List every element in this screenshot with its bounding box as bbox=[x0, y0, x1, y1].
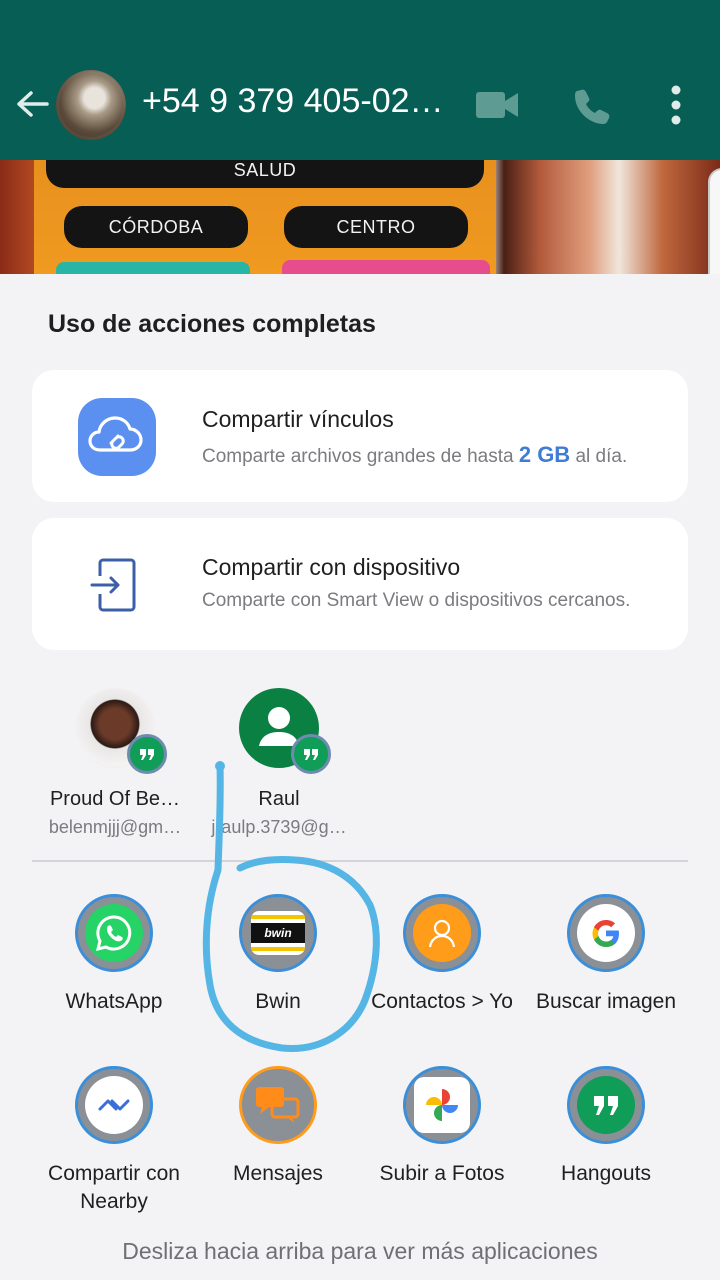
arrow-left-icon[interactable] bbox=[14, 86, 50, 122]
nearby-icon bbox=[75, 1066, 153, 1144]
app-label: Compartir con Nearby bbox=[48, 1162, 180, 1213]
avatar bbox=[75, 688, 167, 774]
app-google-photos[interactable]: Subir a Fotos bbox=[360, 1066, 524, 1188]
contact-shortcut[interactable]: Raul jraulp.3739@g… bbox=[204, 688, 354, 838]
app-label: Contactos > Yo bbox=[371, 990, 513, 1013]
contact-email: jraulp.3739@g… bbox=[211, 817, 347, 837]
more-vertical-icon[interactable] bbox=[664, 84, 688, 126]
contact-email: belenmjjj@gm… bbox=[48, 817, 182, 837]
app-google-search[interactable]: Buscar imagen bbox=[524, 894, 688, 1016]
hangouts-icon bbox=[567, 1066, 645, 1144]
bwin-icon: bwin bbox=[239, 894, 317, 972]
share-links-title: Compartir vínculos bbox=[202, 406, 394, 432]
swipe-hint: Desliza hacia arriba para ver más aplica… bbox=[122, 1238, 598, 1264]
app-nearby[interactable]: Compartir con Nearby bbox=[32, 1066, 196, 1216]
chat-header: +54 9 379 405-02… bbox=[0, 0, 720, 160]
flyer-image: SALUD CÓRDOBA CENTRO bbox=[34, 160, 496, 274]
contact-avatar[interactable] bbox=[56, 70, 126, 140]
share-device-card[interactable]: Compartir con dispositivo Comparte con S… bbox=[32, 518, 688, 650]
flyer-button-centro: CENTRO bbox=[284, 206, 468, 248]
flyer-pink-block bbox=[282, 260, 490, 274]
video-camera-icon[interactable] bbox=[474, 88, 520, 122]
share-device-subtitle: Comparte con Smart View o dispositivos c… bbox=[202, 590, 631, 611]
app-label: Mensajes bbox=[233, 1162, 323, 1185]
share-device-title: Compartir con dispositivo bbox=[202, 554, 461, 580]
google-photos-icon bbox=[403, 1066, 481, 1144]
whatsapp-icon bbox=[75, 894, 153, 972]
flyer-button-salud: SALUD bbox=[46, 160, 484, 188]
contact-name: Proud Of Be… bbox=[49, 788, 181, 810]
chat-title[interactable]: +54 9 379 405-02… bbox=[142, 82, 452, 121]
contact-name: Raul bbox=[258, 788, 300, 810]
share-links-subtitle: Comparte archivos grandes de hasta 2 GB … bbox=[202, 442, 627, 468]
google-icon bbox=[567, 894, 645, 972]
flyer-teal-block bbox=[56, 262, 250, 274]
app-label: Buscar imagen bbox=[535, 990, 677, 1013]
flyer-button-cordoba: CÓRDOBA bbox=[64, 206, 248, 248]
app-contacts[interactable]: Contactos > Yo bbox=[360, 894, 524, 1016]
app-label: Hangouts bbox=[561, 1162, 651, 1185]
sheet-title: Uso de acciones completas bbox=[48, 310, 376, 338]
share-links-subtitle-prefix: Comparte archivos grandes de hasta bbox=[202, 446, 514, 467]
phone-icon[interactable] bbox=[572, 86, 612, 126]
share-links-card[interactable]: Compartir vínculos Comparte archivos gra… bbox=[32, 370, 688, 502]
share-links-subtitle-suffix: al día. bbox=[575, 446, 628, 467]
chat-image-preview: SALUD CÓRDOBA CENTRO bbox=[0, 160, 720, 274]
app-label: Subir a Fotos bbox=[379, 1162, 505, 1185]
contact-shortcut[interactable]: Proud Of Be… belenmjjj@gm… bbox=[40, 688, 190, 838]
device-share-icon bbox=[90, 558, 136, 612]
contacts-icon bbox=[403, 894, 481, 972]
avatar bbox=[239, 688, 331, 774]
app-label: Bwin bbox=[255, 990, 301, 1013]
bwin-logo-text: bwin bbox=[251, 923, 305, 943]
share-sheet: Uso de acciones completas Compartir vínc… bbox=[0, 274, 720, 1280]
app-hangouts[interactable]: Hangouts bbox=[524, 1066, 688, 1188]
hangouts-icon bbox=[127, 734, 167, 774]
messages-icon bbox=[239, 1066, 317, 1144]
app-messages[interactable]: Mensajes bbox=[196, 1066, 360, 1188]
app-label: WhatsApp bbox=[65, 990, 163, 1013]
cloud-link-icon bbox=[78, 398, 156, 476]
share-links-size: 2 GB bbox=[518, 442, 571, 467]
divider bbox=[32, 860, 688, 862]
app-whatsapp[interactable]: WhatsApp bbox=[32, 894, 196, 1016]
hangouts-icon bbox=[291, 734, 331, 774]
app-bwin[interactable]: bwin Bwin bbox=[196, 894, 360, 1016]
